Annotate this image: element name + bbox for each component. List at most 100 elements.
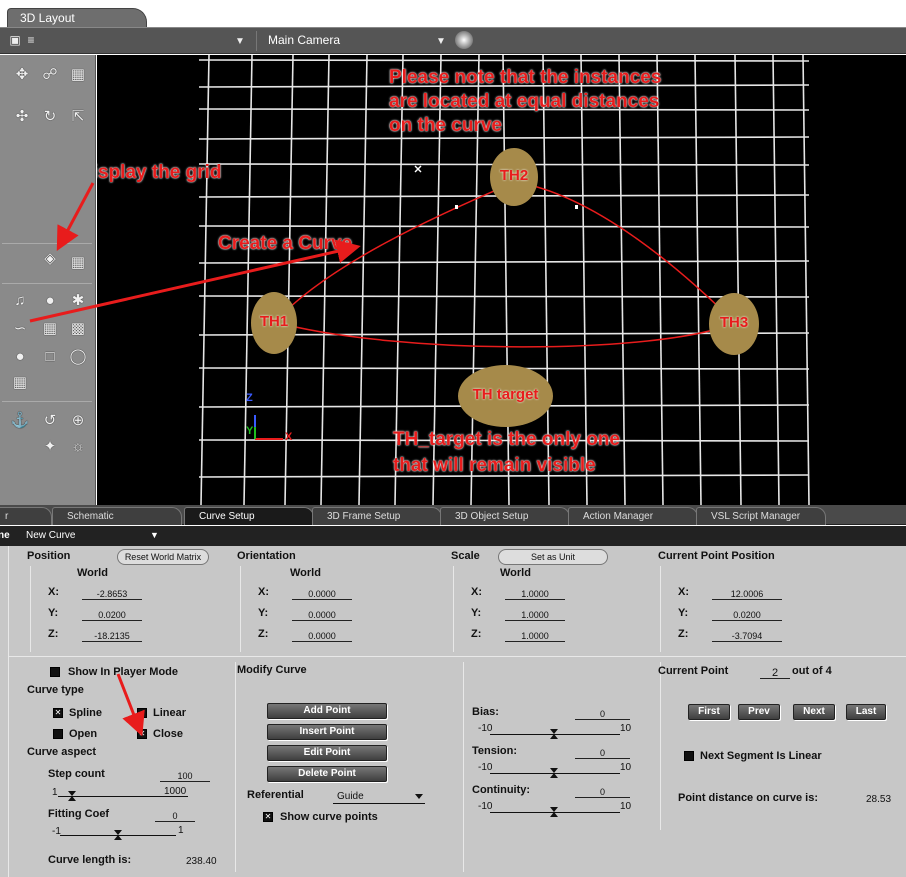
tab-action-manager[interactable]: Action Manager [568,507,698,525]
move-icon[interactable]: ✥ [10,63,34,87]
bias-field[interactable]: 0 [575,706,630,720]
referential-select[interactable]: Guide [333,789,425,804]
tension-slider[interactable] [490,764,620,778]
camera-icon[interactable]: ▣ [8,33,22,47]
grid-display-icon[interactable]: ◈ [38,247,62,271]
current-point-field[interactable]: 2 [760,665,790,679]
bias-slider[interactable] [490,725,620,739]
fitting-slider[interactable] [60,826,176,840]
sphere-icon[interactable]: ● [8,345,32,369]
window-tab[interactable]: 3D Layout [7,8,147,27]
grid-line-v [734,55,742,505]
curve-control-point[interactable] [575,205,578,209]
instance-th3[interactable]: TH3 [709,293,759,355]
edit-point-button[interactable]: Edit Point [267,745,387,761]
tension-max-label: 10 [620,762,632,773]
close-checkbox[interactable]: ✕ [137,729,147,739]
instance-th1[interactable]: TH1 [251,292,297,354]
scale-space: World [500,567,531,579]
pos-y-field[interactable]: 0.0200 [82,607,142,621]
instance-th-target[interactable]: TH target [458,365,553,427]
pan-icon[interactable]: ✣ [10,105,34,129]
first-button[interactable]: First [688,704,730,720]
linear-checkbox[interactable] [137,708,147,718]
pos-x-field[interactable]: -2.8653 [82,586,142,600]
character-icon[interactable]: ♫ [8,289,32,313]
view-dropdown-arrow-icon[interactable]: ▼ [235,36,245,47]
create-curve-icon[interactable]: ∽ [8,317,32,341]
rotate-icon[interactable]: ↻ [38,105,62,129]
anchor-icon[interactable]: ⚓ [8,409,32,433]
bias-label: Bias: [472,706,499,718]
curve-control-point[interactable] [455,205,458,209]
render-sphere-icon[interactable] [455,31,473,49]
fitting-coef-label: Fitting Coef [48,808,110,820]
tab-3d-frame-setup[interactable]: 3D Frame Setup [312,507,442,525]
camera-target-icon[interactable]: ☼ [66,435,90,459]
modify-divider [235,662,236,872]
reset-world-matrix-button[interactable]: Reset World Matrix [117,549,209,565]
note-line-2: are located at equal distances [389,91,660,112]
cpp-x-field[interactable]: 12.0006 [712,586,782,600]
camera-dropdown-arrow-icon[interactable]: ▼ [436,36,446,47]
tension-field[interactable]: 0 [575,745,630,759]
cpp-y-field[interactable]: 0.0200 [712,607,782,621]
magnify-icon[interactable]: ⊕ [66,409,90,433]
cpp-z-field[interactable]: -3.7094 [712,628,782,642]
cube-icon[interactable]: □ [38,345,62,369]
continuity-field[interactable]: 0 [575,784,630,798]
frame-object-icon[interactable]: ▩ [66,317,90,341]
referential-dropdown-arrow-icon[interactable] [415,794,423,799]
show-points-checkbox[interactable]: ✕ [263,812,273,822]
lock-icon[interactable]: ☍ [38,63,62,87]
tab-vsl-script-manager[interactable]: VSL Script Manager [696,507,826,525]
film-icon[interactable]: ▦ [8,371,32,395]
open-checkbox[interactable] [53,729,63,739]
ori-y-field[interactable]: 0.0000 [292,607,352,621]
curve-select[interactable]: New Curve [26,530,75,541]
set-as-unit-button[interactable]: Set as Unit [498,549,608,565]
fitting-coef-field[interactable]: 0 [155,808,195,822]
frame-icon[interactable]: ▦ [66,63,90,87]
grid-object-icon[interactable]: ▦ [38,317,62,341]
continuity-slider[interactable] [490,803,620,817]
scale-y-field[interactable]: 1.0000 [505,607,565,621]
pos-z-field[interactable]: -18.2135 [82,628,142,642]
instance-th2[interactable]: TH2 [490,148,538,206]
show-player-checkbox[interactable] [50,667,60,677]
fit-max-label: 1 [178,825,184,836]
light-icon[interactable]: ● [38,289,62,313]
spline-checkbox[interactable]: ✕ [53,708,63,718]
particle-icon[interactable]: ✱ [66,289,90,313]
tab-3d-object-setup[interactable]: 3D Object Setup [440,507,570,525]
last-button[interactable]: Last [846,704,886,720]
tab-curve-setup[interactable]: Curve Setup [184,507,314,525]
3d-viewport[interactable]: TH2 TH1 TH3 TH target Please note that t… [97,55,906,505]
menu-icon[interactable]: ≡ [24,33,38,47]
camera-select[interactable]: Main Camera [268,33,340,47]
cylinder-icon[interactable]: ◯ [66,345,90,369]
ori-x-field[interactable]: 0.0000 [292,586,352,600]
grid-line-v [772,55,780,505]
linear-label: Linear [153,707,187,719]
curve-dropdown-arrow-icon[interactable]: ▼ [150,530,159,540]
step-count-field[interactable]: 100 [160,768,210,782]
grid-line-v [802,55,810,505]
scale-x-field[interactable]: 1.0000 [505,586,565,600]
ori-z-field[interactable]: 0.0000 [292,628,352,642]
scale-z-field[interactable]: 1.0000 [505,628,565,642]
zoom-frame-icon[interactable]: ⇱ [66,105,90,129]
next-button[interactable]: Next [793,704,835,720]
orbit-icon[interactable]: ↺ [38,409,62,433]
tab-r[interactable]: r [0,507,52,525]
tab-schematic[interactable]: Schematic [52,507,182,525]
next-linear-checkbox[interactable] [684,751,694,761]
insert-point-button[interactable]: Insert Point [267,724,387,740]
camera-move-icon[interactable]: ✦ [38,435,62,459]
add-point-button[interactable]: Add Point [267,703,387,719]
grid-snap-icon[interactable]: ▦ [66,251,90,275]
delete-point-button[interactable]: Delete Point [267,766,387,782]
prev-button[interactable]: Prev [738,704,780,720]
continuity-max-label: 10 [620,801,632,812]
note-line-3: on the curve [389,115,502,136]
